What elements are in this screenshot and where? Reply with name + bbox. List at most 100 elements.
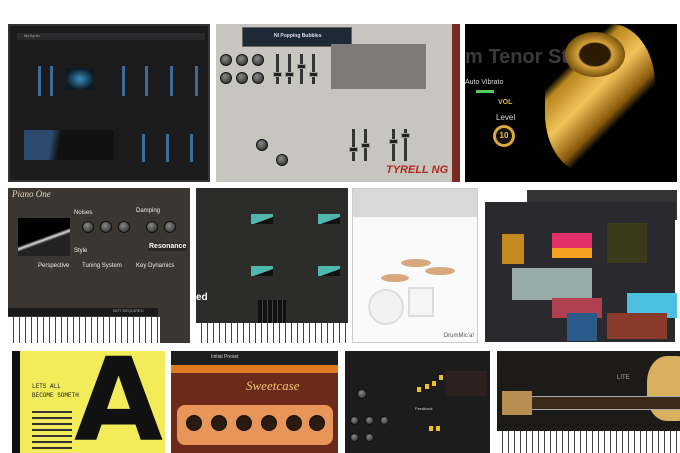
synth-keyboard[interactable]	[196, 323, 348, 343]
knob-icon[interactable]	[236, 54, 248, 66]
tile-tyrell-synth[interactable]: NI Popping Bubbles TYRELL NG	[216, 24, 460, 182]
knob-icon[interactable]	[350, 433, 359, 442]
knob-icon[interactable]	[82, 221, 94, 233]
fader-slider[interactable]	[309, 54, 318, 84]
tile-dark-fx[interactable]: Feedback	[345, 351, 490, 453]
auto-vibrato-label: Auto Vibrato	[465, 79, 504, 86]
knob-icon[interactable]	[261, 415, 277, 431]
fader-slider[interactable]	[389, 129, 398, 161]
preset-bar	[17, 33, 205, 40]
knob-icon[interactable]	[146, 221, 158, 233]
fader-slider[interactable]	[190, 134, 193, 162]
fader-slider[interactable]	[50, 66, 53, 96]
damping-label: Damping	[136, 208, 161, 214]
modular-label: ed	[196, 292, 208, 303]
knob-icon[interactable]	[252, 54, 264, 66]
cymbal-3	[381, 274, 409, 282]
guitar-keyboard[interactable]	[497, 431, 680, 453]
knob-icon[interactable]	[309, 415, 325, 431]
cymbal-1	[401, 259, 431, 267]
slider-handle[interactable]	[436, 426, 440, 431]
knob-icon[interactable]	[236, 415, 252, 431]
knob-icon[interactable]	[357, 389, 367, 399]
knob-icon[interactable]	[252, 72, 264, 84]
knob-icon[interactable]	[100, 221, 112, 233]
fader-slider[interactable]	[170, 66, 173, 96]
piano-one-logo: Piano One	[12, 189, 51, 199]
style-label: Style	[74, 248, 88, 254]
drummica-logo: DrumMic'a!	[443, 333, 474, 340]
fader-slider[interactable]	[349, 129, 358, 161]
ui-panel	[512, 268, 592, 300]
vol-label: VOL	[498, 99, 513, 106]
knob-icon[interactable]	[220, 54, 232, 66]
text-line-2: BECOME SOMETH	[32, 392, 79, 399]
resonance-toggle[interactable]: Resonance	[148, 243, 188, 251]
ui-panel	[445, 371, 487, 396]
tile-modular-synth[interactable]: ed	[196, 188, 348, 343]
knob-icon[interactable]	[276, 154, 288, 166]
knob-icon[interactable]	[220, 72, 232, 84]
noises-label: Noises	[74, 210, 93, 216]
fader-slider[interactable]	[273, 54, 282, 84]
knob-icon[interactable]	[164, 221, 176, 233]
tuning-system-label: Tuning System	[82, 263, 122, 269]
fader-slider[interactable]	[297, 54, 306, 84]
ui-panel	[567, 313, 597, 341]
cymbal-2	[425, 267, 455, 275]
knob-icon[interactable]	[365, 433, 374, 442]
level-knob[interactable]: 10	[493, 125, 515, 147]
slider-handle[interactable]	[417, 387, 421, 392]
knob-icon[interactable]	[380, 416, 389, 425]
sweetcase-logo: Sweetcase	[246, 378, 300, 393]
slider-handle[interactable]	[439, 375, 443, 380]
fader-slider[interactable]	[285, 54, 294, 84]
fader-slider[interactable]	[145, 66, 148, 96]
knob-icon[interactable]	[256, 139, 268, 151]
teal-display-4	[318, 266, 340, 276]
fader-slider[interactable]	[401, 129, 410, 161]
tyrell-logo: TYRELL NG	[386, 164, 449, 176]
slider-handle[interactable]	[425, 384, 429, 389]
auto-vibrato-led[interactable]	[476, 90, 494, 93]
tile-sweetcase[interactable]: Initial Preset Sweetcase	[171, 351, 338, 453]
number-block	[32, 409, 72, 449]
knob-icon[interactable]	[236, 72, 248, 84]
knob-icon[interactable]	[350, 416, 359, 425]
knob-icon[interactable]	[286, 415, 302, 431]
piano-keyboard[interactable]	[8, 317, 160, 343]
fader-slider[interactable]	[122, 66, 125, 96]
tile-plugin-collage[interactable]	[482, 188, 680, 343]
knob-icon[interactable]	[186, 415, 202, 431]
tile-guitar[interactable]: LITE	[497, 351, 680, 453]
sax-bell	[565, 32, 625, 77]
slider-handle[interactable]	[432, 381, 436, 386]
matrix-grid[interactable]	[258, 300, 286, 324]
knob-icon[interactable]	[118, 221, 130, 233]
guitar-headstock	[502, 391, 532, 415]
piano-image	[18, 218, 70, 256]
tile-dark-synth[interactable]: MeSynth	[8, 24, 210, 182]
fader-slider[interactable]	[195, 66, 198, 96]
synth-title: MeSynth	[24, 33, 40, 38]
fader-slider[interactable]	[142, 134, 145, 162]
tile-saxophone[interactable]: m Tenor Studio Auto Vibrato VOL Level 10	[465, 24, 677, 182]
fader-slider[interactable]	[361, 129, 370, 161]
knob-icon[interactable]	[365, 416, 374, 425]
not-required-label: NOT REQUIRED	[113, 308, 144, 313]
guitar-logo: LITE	[617, 375, 630, 381]
knob-icon[interactable]	[211, 415, 227, 431]
tile-typewriter[interactable]: A LETS ALL BECOME SOMETH	[12, 351, 165, 453]
slider-handle[interactable]	[429, 426, 433, 431]
preset-name[interactable]: Initial Preset	[211, 354, 239, 361]
tile-piano-one[interactable]: Piano One Noises Damping Style Resonance…	[8, 188, 190, 343]
fader-slider[interactable]	[38, 66, 41, 96]
tile-drums[interactable]: DrumMic'a!	[352, 188, 478, 343]
fader-slider[interactable]	[166, 134, 169, 162]
ui-panel	[502, 234, 524, 264]
ui-panel	[552, 248, 592, 258]
preset-name: NI Popping Bubbles	[274, 33, 322, 39]
waveform-display	[66, 68, 94, 90]
top-bar	[171, 351, 338, 365]
teal-display-1	[251, 214, 273, 224]
